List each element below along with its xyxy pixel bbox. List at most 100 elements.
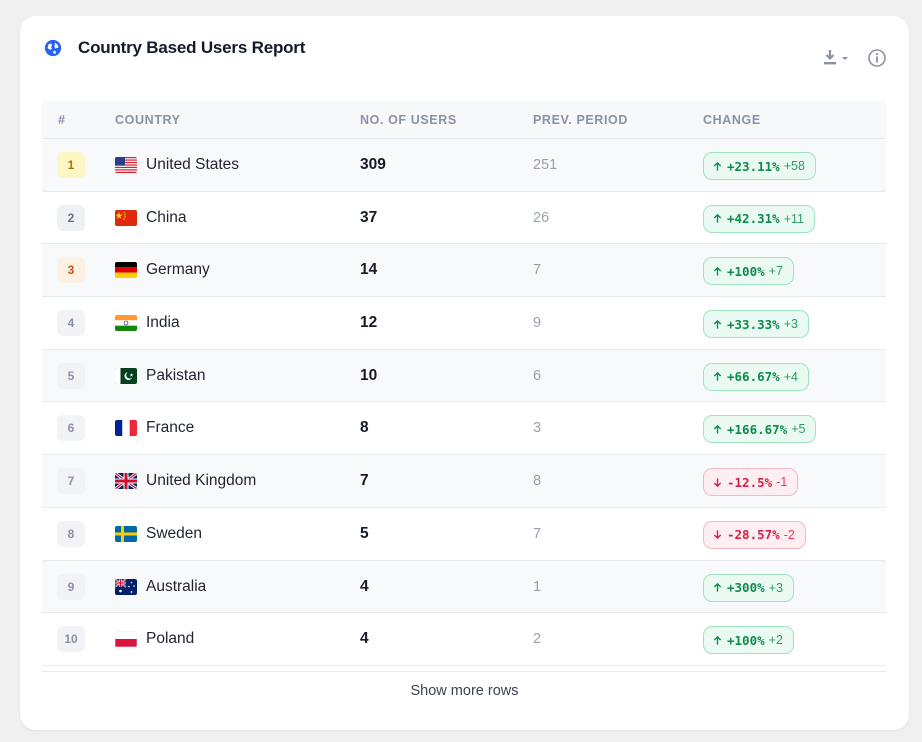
rank-badge: 4 [57,310,85,337]
show-more-rows-button[interactable]: Show more rows [20,683,909,699]
prev-period-count: 9 [533,315,542,332]
change-badge: -28.57% -2 [703,520,806,549]
table-row[interactable]: 1 United States 309 251 +23.11% +58 [42,139,886,192]
rank-badge: 8 [57,520,85,547]
change-percent: +100% [727,263,765,279]
prev-period-count: 8 [533,473,542,490]
arrow-up-icon [712,424,723,435]
table-row[interactable]: 6 France 8 3 +166.67% +5 [42,402,886,456]
country-name: United Kingdom [146,472,257,490]
user-count: 14 [360,261,378,279]
table-header: # COUNTRY NO. OF USERS PREV. PERIOD CHAN… [42,101,886,139]
pk-flag-icon [115,367,137,384]
prev-period-count: 1 [533,578,542,595]
change-delta: +2 [768,633,783,648]
change-badge: +23.11% +58 [703,152,816,180]
rank-badge: 1 [57,152,85,178]
table-row[interactable]: 8 Sweden 5 7 -28.57% -2 [42,508,886,561]
info-button[interactable] [867,48,887,68]
us-flag-icon [115,157,137,173]
country-name: Sweden [146,524,203,542]
user-count: 309 [360,156,386,173]
country-name: Pakistan [146,366,206,384]
prev-period-count: 3 [533,420,542,437]
user-count: 12 [360,314,378,332]
prev-period-count: 26 [533,209,550,226]
change-delta: -2 [783,527,795,542]
change-delta: -1 [776,475,788,490]
change-percent: +100% [727,632,765,648]
se-flag-icon [115,525,137,542]
table-row[interactable]: 5 Pakistan 10 6 +66.67% +4 [42,349,886,403]
table-row[interactable]: 9 Australia 4 1 +300% +3 [42,560,886,614]
change-badge: +166.67% +5 [703,415,817,444]
country-table: # COUNTRY NO. OF USERS PREV. PERIOD CHAN… [42,101,886,672]
download-icon [824,50,848,65]
info-icon [868,49,886,67]
change-percent: -28.57% [727,527,780,543]
change-delta: +11 [783,211,804,226]
table-row[interactable]: 7 United Kingdom 7 8 -12.5% -1 [42,455,886,508]
change-badge: +100% +7 [703,257,794,286]
rank-badge: 7 [57,468,85,495]
user-count: 4 [360,630,369,648]
user-count: 4 [360,577,369,595]
gb-flag-icon [115,473,137,490]
prev-period-count: 6 [533,367,542,384]
table-row[interactable]: 3 Germany 14 7 +100% +7 [42,244,886,298]
user-count: 10 [360,366,378,384]
arrow-up-icon [712,582,723,593]
rank-badge: 3 [57,257,85,284]
de-flag-icon [115,262,137,279]
header-country[interactable]: COUNTRY [115,113,181,127]
arrow-down-icon [712,529,723,540]
change-percent: +23.11% [727,158,780,174]
country-name: Poland [146,630,195,648]
table-row[interactable]: 4 India 12 9 +33.33% +3 [42,297,886,350]
change-delta: +58 [783,159,805,173]
cn-flag-icon [115,209,137,226]
rank-badge: 5 [57,362,85,389]
in-flag-icon [115,315,137,332]
country-users-card: Country Based Users Report # COUNTRY NO.… [20,16,909,730]
change-percent: +42.31% [727,211,780,227]
arrow-up-icon [712,266,723,277]
pl-flag-icon [115,631,137,648]
country-name: Australia [146,577,207,595]
prev-period-count: 2 [533,631,542,648]
country-name: United States [146,156,240,173]
table-row[interactable]: 10 Poland 4 2 +100% +2 [42,613,886,666]
globe-icon [44,39,62,57]
change-delta: +3 [768,580,783,595]
change-percent: +166.67% [727,421,788,437]
prev-period-count: 7 [533,525,542,542]
country-name: Germany [146,261,210,279]
change-percent: +66.67% [727,369,780,385]
change-badge: +66.67% +4 [703,362,809,391]
prev-period-count: 7 [533,262,542,279]
table-row[interactable]: 2 China 37 26 +42.31% +11 [42,192,886,245]
card-title: Country Based Users Report [78,38,306,57]
change-delta: +3 [783,317,798,332]
card-header: Country Based Users Report [42,36,889,96]
download-button[interactable] [823,48,855,68]
arrow-up-icon [712,319,723,330]
change-badge: +33.33% +3 [703,310,809,339]
country-name: India [146,314,180,332]
user-count: 8 [360,419,369,437]
user-count: 37 [360,208,378,226]
header-users[interactable]: NO. OF USERS [360,113,457,127]
table-divider [42,666,886,672]
header-prev-period[interactable]: PREV. PERIOD [533,113,628,127]
country-name: France [146,419,195,437]
arrow-up-icon [712,635,723,646]
arrow-up-icon [712,161,723,172]
change-percent: -12.5% [727,474,773,490]
fr-flag-icon [115,420,137,437]
header-change[interactable]: CHANGE [703,113,761,127]
au-flag-icon [115,578,137,595]
change-badge: +42.31% +11 [703,204,815,233]
user-count: 7 [360,472,369,490]
prev-period-count: 251 [533,157,558,173]
rank-badge: 10 [57,626,85,653]
